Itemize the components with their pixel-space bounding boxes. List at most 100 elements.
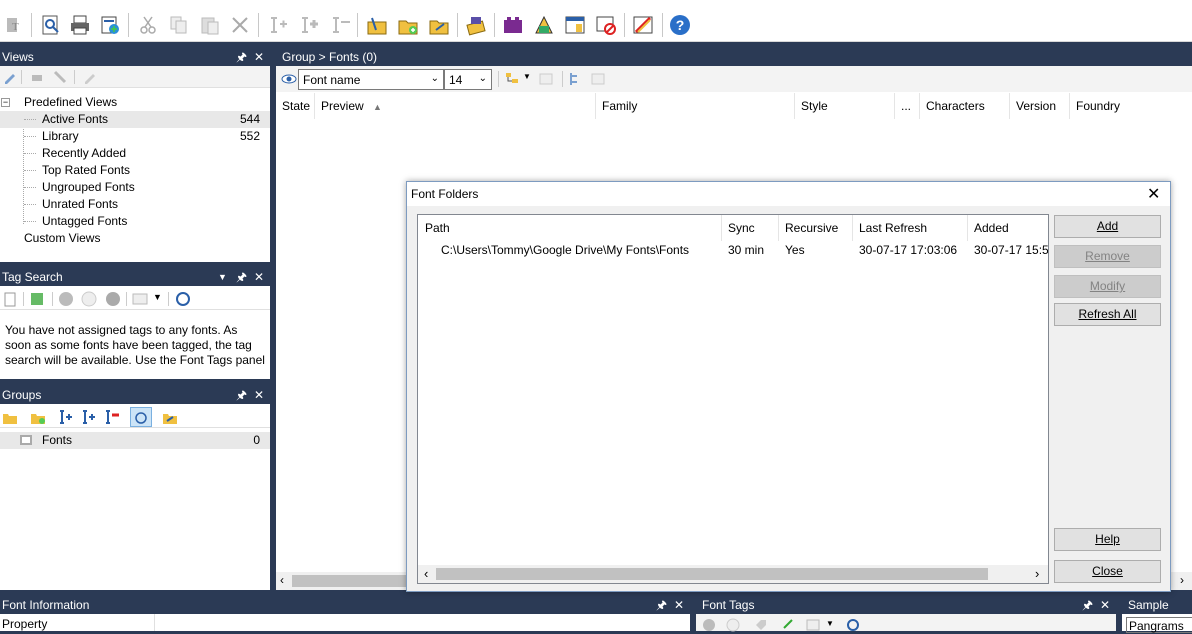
circle-empty-icon[interactable]	[81, 291, 97, 307]
font-name-dropdown[interactable]: Font name ⌄	[298, 69, 444, 90]
delete-icon[interactable]	[227, 12, 253, 38]
print-view-icon[interactable]	[29, 69, 45, 85]
pin-icon[interactable]: 🖈	[236, 48, 247, 66]
font-test-icon[interactable]	[531, 12, 557, 38]
font-table-icon[interactable]	[562, 12, 588, 38]
tag-settings-icon[interactable]	[846, 618, 860, 632]
dropdown-icon[interactable]: ▼	[218, 268, 227, 286]
add-font-group-icon[interactable]	[58, 409, 74, 425]
open-folder-icon[interactable]	[426, 12, 452, 38]
circle-gray-icon[interactable]	[702, 618, 716, 632]
column-state[interactable]: State	[276, 93, 315, 119]
view-item[interactable]: Active Fonts 544	[0, 111, 270, 128]
group-item-fonts[interactable]: Fonts 0	[0, 432, 270, 449]
purple-box-icon[interactable]	[500, 12, 526, 38]
column-version[interactable]: Version	[1010, 93, 1070, 119]
new-tag-icon[interactable]	[2, 291, 18, 307]
view-item[interactable]: Recently Added	[0, 145, 270, 162]
font-size-dropdown[interactable]: 14 ⌄	[444, 69, 492, 90]
open-group-icon[interactable]	[162, 409, 178, 425]
sort-az-icon[interactable]	[132, 291, 148, 307]
export-web-icon[interactable]	[97, 12, 123, 38]
close-icon[interactable]: ✕	[254, 386, 264, 404]
column-foundry[interactable]: Foundry	[1070, 93, 1192, 119]
close-icon[interactable]: ✕	[674, 596, 684, 614]
view-item[interactable]: Untagged Fonts	[0, 213, 270, 230]
column-last-refresh[interactable]: Last Refresh	[853, 215, 968, 241]
tree-layout-icon[interactable]	[504, 71, 520, 87]
column-path[interactable]: Path	[418, 215, 722, 241]
close-icon[interactable]: ✕	[254, 268, 264, 286]
refresh-all-button[interactable]: Refresh All	[1054, 303, 1161, 326]
collapse-tree-icon[interactable]	[590, 71, 606, 87]
scroll-left-icon[interactable]: ‹	[424, 566, 428, 581]
add-to-group-icon[interactable]	[265, 12, 291, 38]
close-icon[interactable]: ✕	[254, 48, 264, 66]
pin-icon[interactable]: 🖈	[1082, 596, 1093, 614]
column-added[interactable]: Added	[968, 215, 1048, 241]
column-style[interactable]: Style	[795, 93, 895, 119]
compare-fonts-icon[interactable]	[630, 12, 656, 38]
scroll-left-icon[interactable]: ‹	[280, 573, 284, 587]
circle-dark-icon[interactable]	[105, 291, 121, 307]
view-item[interactable]: Unrated Fonts	[0, 196, 270, 213]
add-folder-group-icon[interactable]	[30, 409, 46, 425]
uninstall-icon[interactable]	[593, 12, 619, 38]
dialog-horizontal-scrollbar[interactable]: ‹ ›	[418, 565, 1048, 583]
circle-empty-icon[interactable]	[726, 618, 740, 632]
tree-custom-views[interactable]: Custom Views	[24, 230, 100, 247]
activate-font-icon[interactable]	[364, 12, 390, 38]
remove-button[interactable]: Remove	[1054, 245, 1161, 268]
scroll-thumb[interactable]	[292, 575, 412, 587]
paste-icon[interactable]	[197, 12, 223, 38]
chevron-down-icon[interactable]: ▼	[523, 72, 531, 81]
modify-button[interactable]: Modify	[1054, 275, 1161, 298]
chevron-down-icon[interactable]: ▼	[153, 292, 162, 302]
add-button[interactable]: Add	[1054, 215, 1161, 238]
column-characters[interactable]: Characters	[920, 93, 1010, 119]
help-icon[interactable]: ?	[667, 12, 693, 38]
edit-view-icon[interactable]	[2, 69, 18, 85]
remove-view-icon[interactable]	[82, 69, 98, 85]
add-group-icon[interactable]	[297, 12, 323, 38]
chevron-down-icon[interactable]: ⌄	[431, 73, 439, 84]
folder-row[interactable]: C:\Users\Tommy\Google Drive\My Fonts\Fon…	[418, 241, 1048, 261]
pin-icon[interactable]: 🖈	[236, 268, 247, 286]
sort-az-icon[interactable]	[806, 618, 820, 632]
column-recursive[interactable]: Recursive	[779, 215, 853, 241]
column-family[interactable]: Family	[596, 93, 795, 119]
scroll-right-icon[interactable]: ›	[1180, 573, 1184, 587]
refresh-tag-icon[interactable]	[29, 291, 45, 307]
font-manager-icon[interactable]	[463, 12, 489, 38]
cut-icon[interactable]	[135, 12, 161, 38]
column-sync[interactable]: Sync	[722, 215, 779, 241]
print-icon[interactable]	[67, 12, 93, 38]
view-item[interactable]: Library 552	[0, 128, 270, 145]
tag-view-icon[interactable]	[52, 69, 68, 85]
assign-tag-icon[interactable]	[782, 618, 796, 632]
tree-predefined-views[interactable]: − Predefined Views	[0, 94, 270, 111]
pin-icon[interactable]: 🖈	[236, 386, 247, 404]
group-view-icon[interactable]	[133, 409, 149, 425]
help-button[interactable]: Help	[1054, 528, 1161, 551]
circle-gray-icon[interactable]	[58, 291, 74, 307]
view-item[interactable]: Top Rated Fonts	[0, 162, 270, 179]
pin-icon[interactable]: 🖈	[656, 596, 667, 614]
add-font-group-alt-icon[interactable]	[81, 409, 97, 425]
preview-options-icon[interactable]	[538, 71, 554, 87]
font-properties-icon[interactable]: T	[2, 12, 28, 38]
close-icon[interactable]: ✕	[1100, 596, 1110, 614]
close-icon[interactable]: ✕	[1147, 184, 1160, 204]
print-preview-icon[interactable]	[38, 12, 64, 38]
new-group-icon[interactable]	[2, 409, 18, 425]
eye-icon[interactable]	[281, 71, 297, 87]
column-preview[interactable]: Preview ▲	[315, 93, 596, 119]
tag-settings-icon[interactable]	[175, 291, 191, 307]
close-button[interactable]: Close	[1054, 560, 1161, 583]
scroll-thumb[interactable]	[436, 568, 988, 580]
property-column[interactable]: Property	[0, 614, 155, 631]
view-item[interactable]: Ungrouped Fonts	[0, 179, 270, 196]
column-more[interactable]: ...	[895, 93, 920, 119]
scroll-right-icon[interactable]: ›	[1035, 566, 1039, 581]
remove-from-group-icon[interactable]	[328, 12, 354, 38]
